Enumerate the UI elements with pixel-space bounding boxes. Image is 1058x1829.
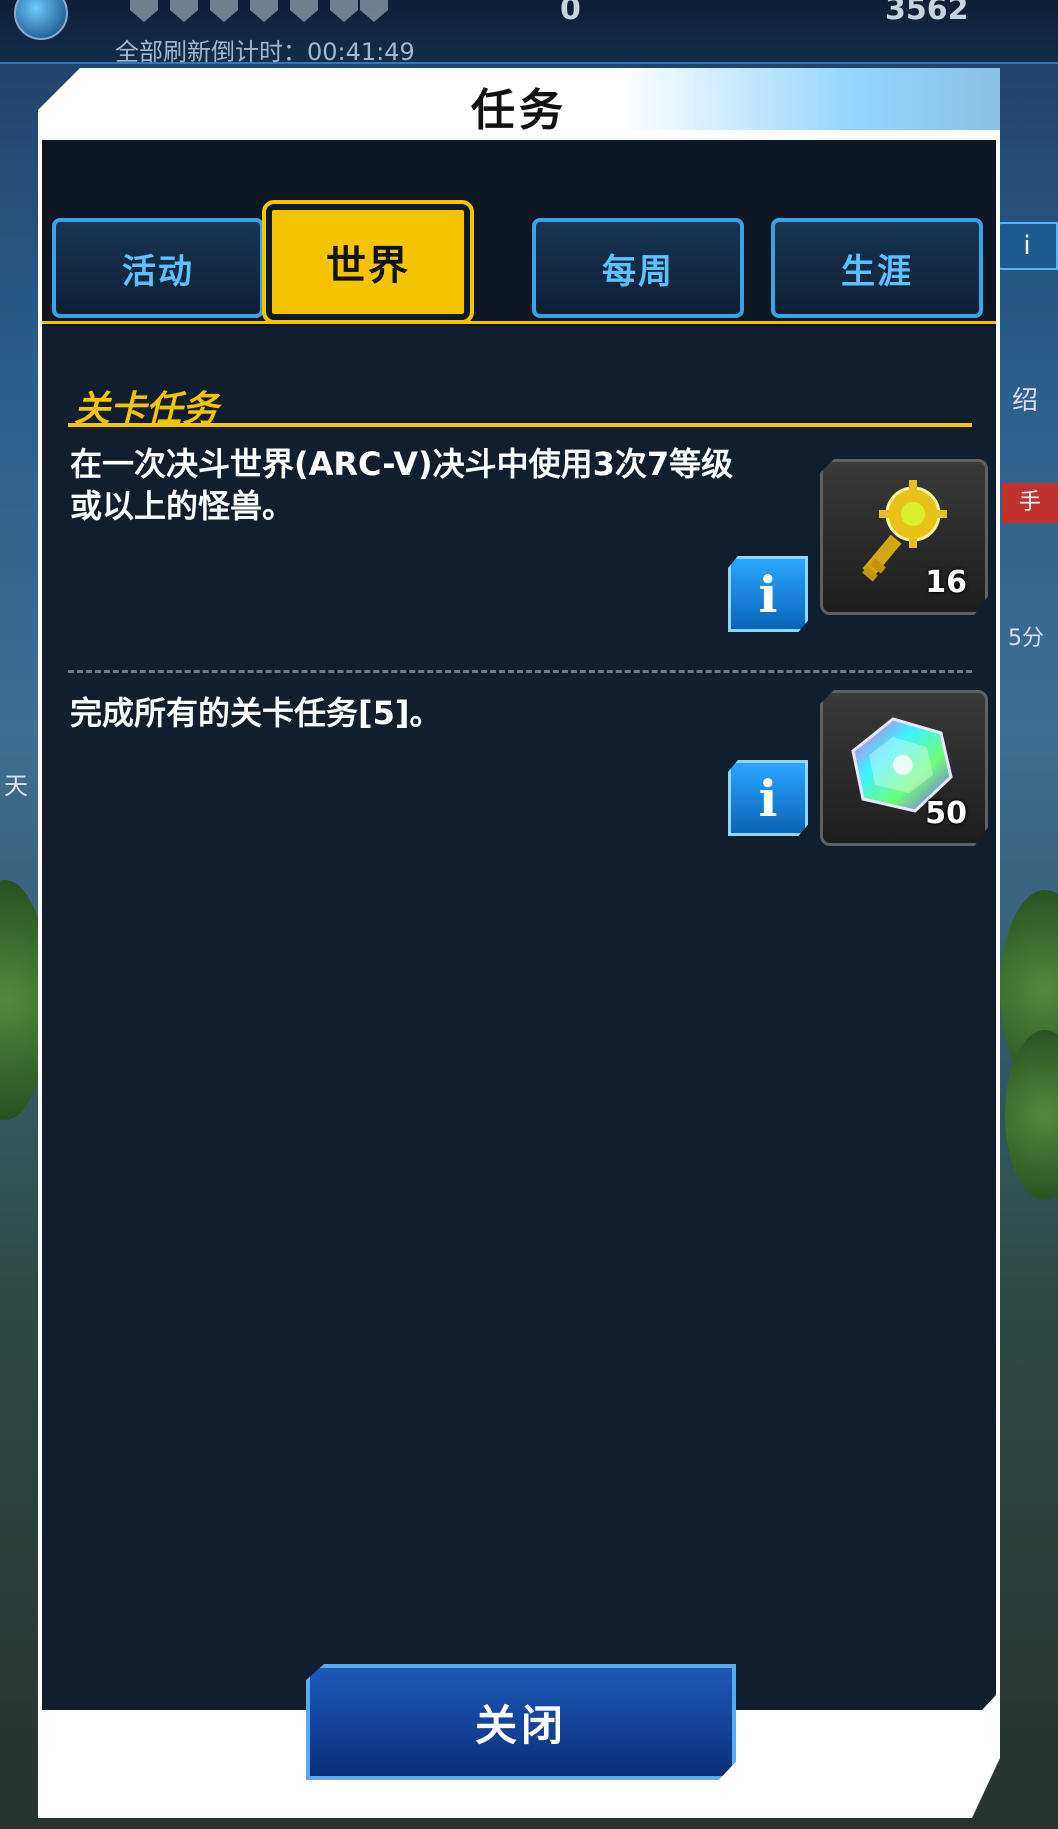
tab-label: 每周 xyxy=(602,251,674,292)
tab-weekly[interactable]: 每周 xyxy=(532,218,744,318)
refresh-countdown: 全部刷新倒计时：00:41:49 xyxy=(115,38,415,66)
dialog-title-bar: 任务 xyxy=(38,68,1000,136)
reward-item[interactable]: 50 xyxy=(820,690,988,846)
mission-divider xyxy=(68,670,972,673)
tab-underline xyxy=(42,321,996,324)
mission-info-button[interactable]: i xyxy=(728,760,808,836)
tab-bar: 活动 世界 每周 生涯 xyxy=(42,140,996,326)
section-divider xyxy=(68,423,972,427)
mission-info-button[interactable]: i xyxy=(728,556,808,632)
info-icon: i xyxy=(758,564,778,624)
side-label: 5分 xyxy=(1008,626,1044,651)
info-icon: i xyxy=(758,768,778,828)
mission-dialog: 任务 活动 世界 每周 生涯 关卡任务 在一次决斗世界(ARC-V)决斗中使用3… xyxy=(38,68,1000,1818)
reward-item[interactable]: 16 xyxy=(820,459,988,615)
tab-events[interactable]: 活动 xyxy=(52,218,264,318)
stamina-icon xyxy=(210,0,238,22)
tab-label: 活动 xyxy=(122,251,194,292)
resource-a-value: 0 xyxy=(560,0,581,27)
top-status-bar: 0 3562 全部刷新倒计时：00:41:49 xyxy=(0,0,1058,66)
mission-description: 完成所有的关卡任务[5]。 xyxy=(70,694,442,732)
tab-label: 生涯 xyxy=(841,251,913,292)
tab-label: 世界 xyxy=(326,243,410,289)
mission-item: 完成所有的关卡任务[5]。 i 50 xyxy=(68,690,988,892)
dialog-title: 任务 xyxy=(471,85,567,136)
mission-panel: 活动 世界 每周 生涯 关卡任务 在一次决斗世界(ARC-V)决斗中使用3次7等… xyxy=(42,140,996,1710)
reward-count: 16 xyxy=(925,565,967,600)
stamina-icon xyxy=(330,0,358,22)
stamina-icon xyxy=(250,0,278,22)
player-orb-icon xyxy=(14,0,68,40)
stamina-icon xyxy=(170,0,198,22)
side-label: 绍 xyxy=(1012,386,1039,416)
stamina-icon xyxy=(130,0,158,22)
mission-item: 在一次决斗世界(ARC-V)决斗中使用3次7等级或以上的怪兽。 i 16 xyxy=(68,443,988,643)
reward-count: 50 xyxy=(925,796,967,831)
stamina-icon xyxy=(360,0,388,22)
mission-description: 在一次决斗世界(ARC-V)决斗中使用3次7等级或以上的怪兽。 xyxy=(70,445,734,525)
close-button[interactable]: 关闭 xyxy=(306,1664,736,1780)
side-red-badge[interactable]: 手 xyxy=(1002,483,1058,523)
tab-career[interactable]: 生涯 xyxy=(771,218,983,318)
side-label: 天 xyxy=(4,772,28,800)
gem-count-value: 3562 xyxy=(885,0,969,27)
tab-world[interactable]: 世界 xyxy=(266,204,470,320)
info-side-button[interactable]: i xyxy=(996,222,1058,270)
close-button-label: 关闭 xyxy=(474,1700,567,1750)
stamina-icon xyxy=(290,0,318,22)
